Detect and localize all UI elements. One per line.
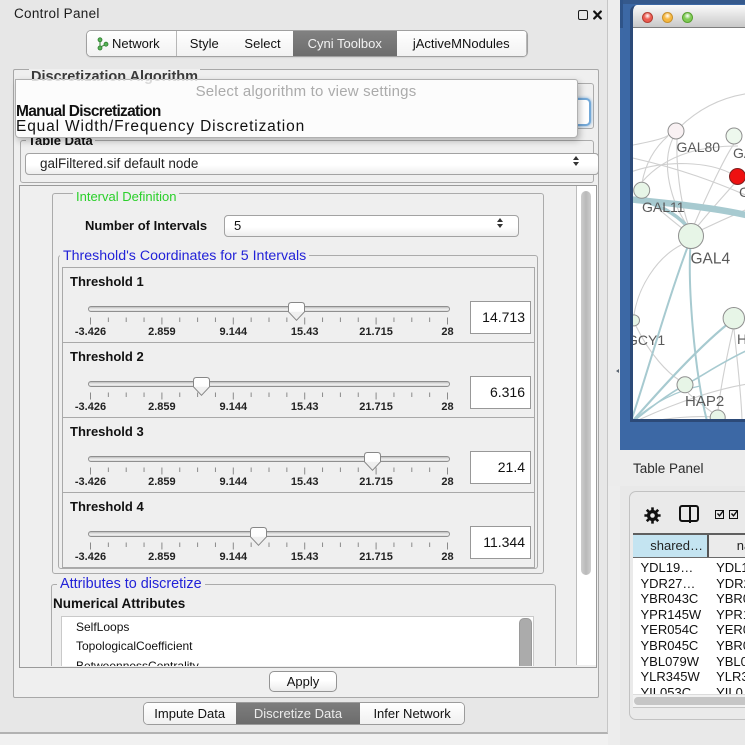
svg-text:HI: HI — [737, 331, 745, 347]
svg-text:GA: GA — [733, 145, 745, 161]
svg-text:GAL4: GAL4 — [691, 251, 731, 268]
svg-text:GAL11: GAL11 — [642, 199, 685, 215]
svg-text:C: C — [739, 184, 745, 200]
svg-text:HAP2: HAP2 — [685, 393, 724, 410]
svg-text:GCY1: GCY1 — [633, 332, 665, 348]
svg-text:GAL80: GAL80 — [677, 139, 721, 155]
